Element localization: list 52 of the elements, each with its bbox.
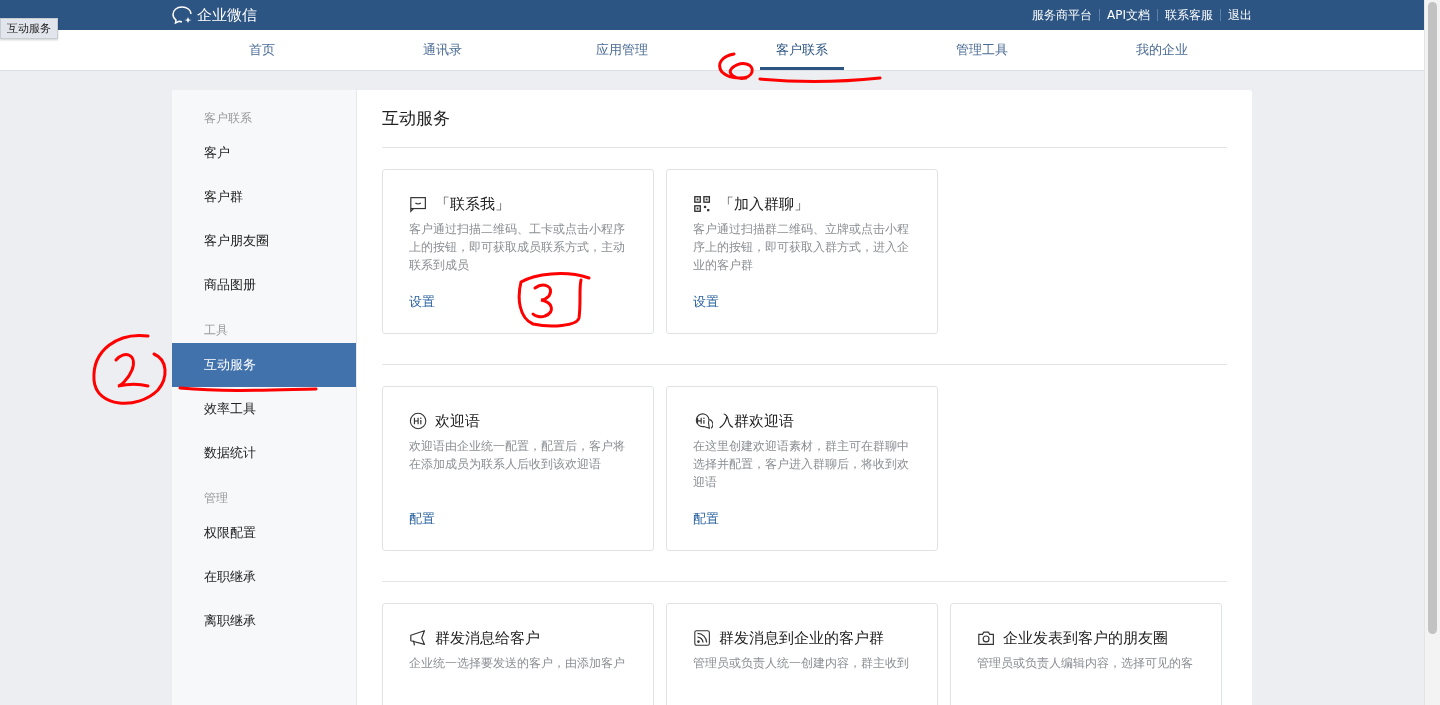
camera-icon <box>977 628 997 648</box>
logo-icon <box>172 5 194 25</box>
sidebar-item[interactable]: 数据统计 <box>172 431 356 475</box>
card-description: 客户通过扫描二维码、工卡或点击小程序上的按钮，即可获取成员联系方式，主动联系到成员 <box>409 221 626 274</box>
card-description: 管理员或负责人编辑内容，选择可见的客 <box>977 655 1194 672</box>
sidebar-item[interactable]: 客户朋友圈 <box>172 219 356 263</box>
sidebar-item[interactable]: 权限配置 <box>172 511 356 555</box>
scrollbar[interactable] <box>1424 0 1440 705</box>
sidebar-item[interactable]: 客户 <box>172 131 356 175</box>
sidebar-item[interactable]: 商品图册 <box>172 263 356 307</box>
card-link[interactable]: 设置 <box>693 293 719 311</box>
rss-icon <box>693 628 713 648</box>
sidebar-group-title: 工具 <box>203 322 229 339</box>
header-link[interactable]: 服务商平台 <box>1025 9 1099 21</box>
sidebar-group-title: 管理 <box>203 490 229 507</box>
card-title: 「联系我」 <box>435 194 510 214</box>
page-title: 互动服务 <box>382 90 1227 148</box>
nav-tab[interactable]: 通讯录 <box>406 30 478 70</box>
sidebar-item[interactable]: 在职继承 <box>172 555 356 599</box>
sidebar-item[interactable]: 效率工具 <box>172 387 356 431</box>
sidebar-item[interactable]: 互动服务 <box>172 343 356 387</box>
card-title: 群发消息给客户 <box>435 628 540 648</box>
header-link[interactable]: 联系客服 <box>1157 9 1220 21</box>
card-title: 欢迎语 <box>435 411 480 431</box>
card-title: 群发消息到企业的客户群 <box>719 628 884 648</box>
card-link[interactable]: 设置 <box>409 293 435 311</box>
logo-text: 企业微信 <box>197 5 257 25</box>
card-description: 管理员或负责人统一创建内容，群主收到 <box>693 655 910 672</box>
nav-tab[interactable]: 管理工具 <box>940 30 1024 70</box>
card-title: 「加入群聊」 <box>719 194 809 214</box>
header-link[interactable]: 退出 <box>1220 9 1252 21</box>
nav-tab[interactable]: 我的企业 <box>1120 30 1204 70</box>
card-link[interactable]: 配置 <box>693 510 719 528</box>
header-link[interactable]: API文档 <box>1099 9 1157 21</box>
sidebar-item[interactable]: 离职继承 <box>172 599 356 643</box>
sidebar-item[interactable]: 客户群 <box>172 175 356 219</box>
card-description: 企业统一选择要发送的客户，由添加客户 <box>409 655 626 672</box>
qr-code-icon <box>693 194 713 214</box>
card-description: 在这里创建欢迎语素材，群主可在群聊中选择并配置，客户进入群聊后，将收到欢迎语 <box>693 438 910 491</box>
hi-bubble-icon <box>409 411 429 431</box>
tooltip: 互动服务 <box>0 18 58 39</box>
card-description: 欢迎语由企业统一配置，配置后，客户将在添加成员为联系人后收到该欢迎语 <box>409 438 626 473</box>
chat-icon <box>409 194 429 214</box>
card-description: 客户通过扫描群二维码、立牌或点击小程序上的按钮，即可获取入群方式，进入企业的客户群 <box>693 221 910 274</box>
hi-bubbles-icon <box>693 411 713 431</box>
sidebar-group-title: 客户联系 <box>203 110 253 127</box>
card-title: 入群欢迎语 <box>719 411 794 431</box>
nav-tab[interactable]: 首页 <box>233 30 291 70</box>
card-link[interactable]: 配置 <box>409 510 435 528</box>
nav-tab[interactable]: 应用管理 <box>580 30 664 70</box>
card-title: 企业发表到客户的朋友圈 <box>1003 628 1168 648</box>
nav-tab[interactable]: 客户联系 <box>760 30 844 70</box>
